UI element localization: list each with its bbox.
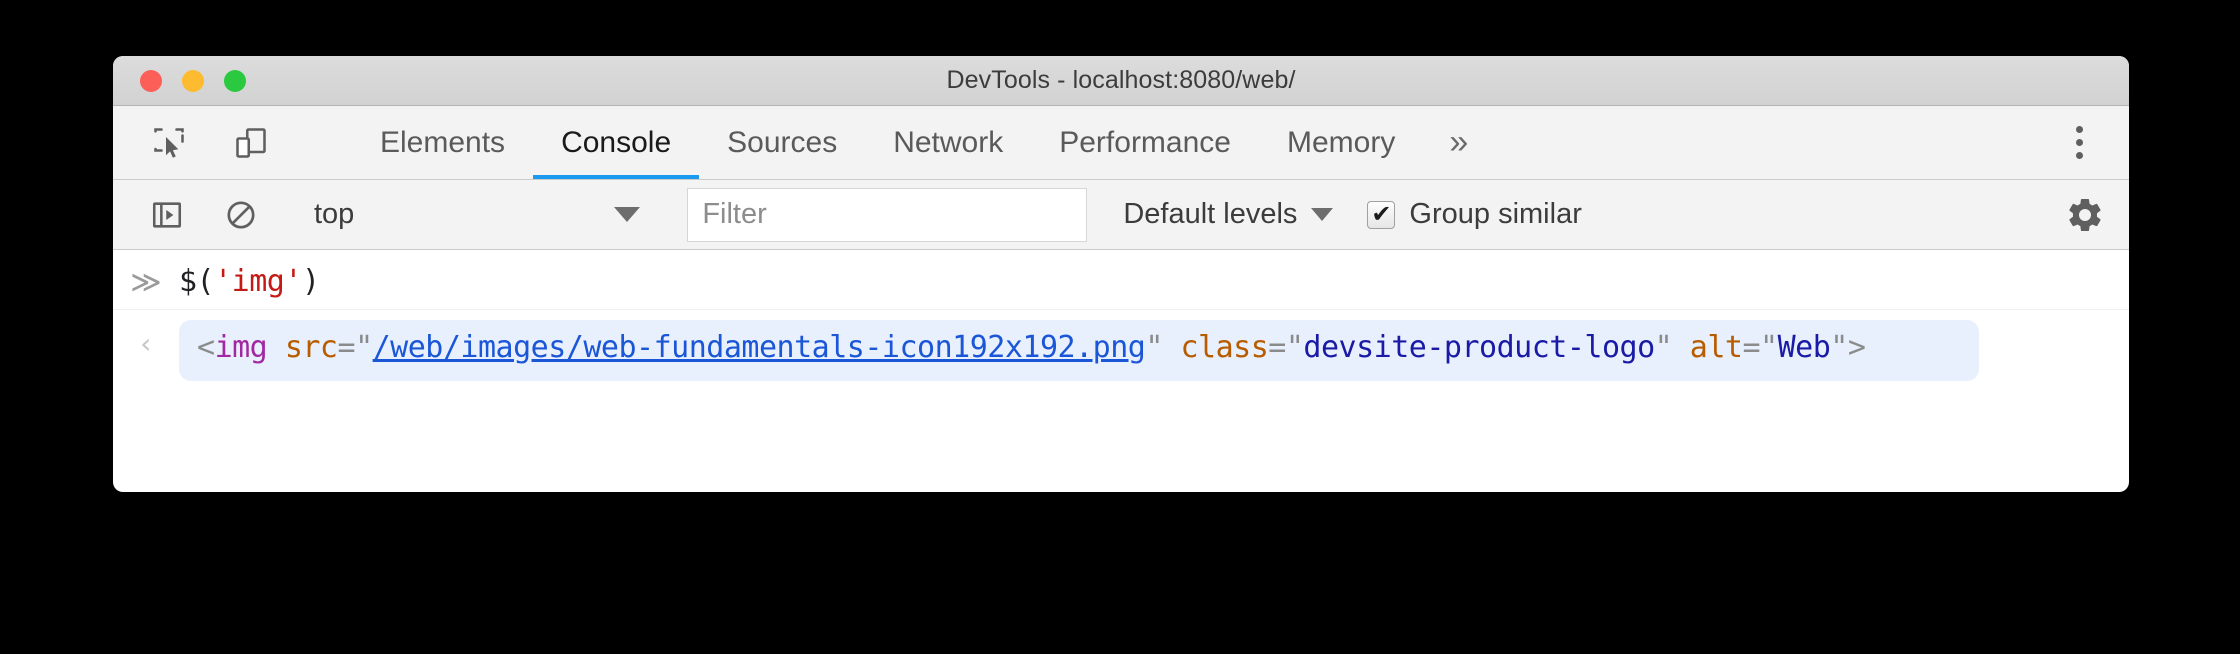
result-attr-class: class [1180,330,1269,365]
result-space-1 [267,330,285,365]
result-space-2 [1163,330,1181,365]
result-eq-3: = [1742,330,1761,365]
result-open-angle: < [197,330,215,365]
console-result-row: ‹ <img src="/web/images/web-fundamentals… [113,310,2129,381]
tabbar-icon-group [113,106,352,179]
result-eq-1: = [337,330,356,365]
tab-console[interactable]: Console [533,106,700,179]
result-src-link[interactable]: /web/images/web-fundamentals-icon192x192… [373,330,1146,365]
result-quote-5: " [1760,330,1778,365]
more-options-icon[interactable] [2051,115,2107,171]
log-levels-label: Default levels [1123,198,1298,230]
result-tag-name: img [214,330,268,365]
command-string: 'img' [214,264,302,299]
console-command-row[interactable]: ≫ $('img') [113,250,2129,310]
settings-gear-icon[interactable] [2065,195,2105,235]
command-before: $( [179,264,215,299]
result-class-value: devsite-product-logo [1303,330,1655,365]
devtools-tabbar: Elements Console Sources Network Perform… [113,106,2129,180]
more-tabs-icon[interactable]: » [1423,106,1494,179]
inspect-element-icon[interactable] [141,115,197,171]
result-alt-value: Web [1777,330,1831,365]
traffic-lights [140,69,246,92]
clear-console-icon[interactable] [213,187,269,243]
chevron-down-icon-levels [1311,208,1334,221]
zoom-button[interactable] [224,69,246,92]
console-toolbar: top Default levels ✔ Group similar [113,180,2129,250]
result-space-3 [1672,330,1690,365]
devtools-window: DevTools - localhost:8080/web/ Elements … [113,56,2129,492]
tab-elements[interactable]: Elements [352,106,533,179]
tab-memory[interactable]: Memory [1259,106,1423,179]
tab-sources[interactable]: Sources [699,106,865,179]
execution-context-selector[interactable]: top [314,198,641,231]
result-quote-3: " [1285,330,1304,365]
command-after: ) [301,264,320,299]
result-gutter: ‹ [113,320,179,358]
result-close-angle: > [1847,330,1866,365]
minimize-button[interactable] [182,69,204,92]
result-eq-2: = [1268,330,1286,365]
result-quote-2: " [1145,330,1163,365]
result-quote-4: " [1654,330,1673,365]
tab-network[interactable]: Network [865,106,1031,179]
chevron-down-icon [614,207,641,222]
group-similar-toggle[interactable]: ✔ Group similar [1367,198,1582,231]
log-levels-selector[interactable]: Default levels [1123,198,1334,231]
console-sidebar-icon[interactable] [139,187,195,243]
result-attr-alt: alt [1689,330,1743,365]
result-quote-6: " [1830,330,1848,365]
result-attr-src: src [284,330,338,365]
close-button[interactable] [140,69,162,92]
tab-performance[interactable]: Performance [1031,106,1259,179]
console-result-html[interactable]: <img src="/web/images/web-fundamentals-i… [179,320,1979,381]
window-titlebar: DevTools - localhost:8080/web/ [113,56,2129,106]
window-title: DevTools - localhost:8080/web/ [946,66,1296,94]
result-quote-1: " [355,330,373,365]
filter-input[interactable] [687,187,1088,242]
command-gutter: ≫ [113,264,179,298]
device-toolbar-icon[interactable] [223,115,279,171]
execution-context-label: top [314,198,355,230]
panel-tabs: Elements Console Sources Network Perform… [352,106,2004,179]
console-command-text[interactable]: $('img') [179,264,320,299]
tabbar-right-group [2004,106,2129,179]
result-arrow-icon: ‹ [137,327,155,360]
group-similar-label: Group similar [1409,198,1582,230]
prompt-arrow-icon: ≫ [130,265,162,300]
group-similar-checkbox[interactable]: ✔ [1367,200,1396,229]
console-body: ≫ $('img') ‹ <img src="/web/images/web-f… [113,250,2129,442]
